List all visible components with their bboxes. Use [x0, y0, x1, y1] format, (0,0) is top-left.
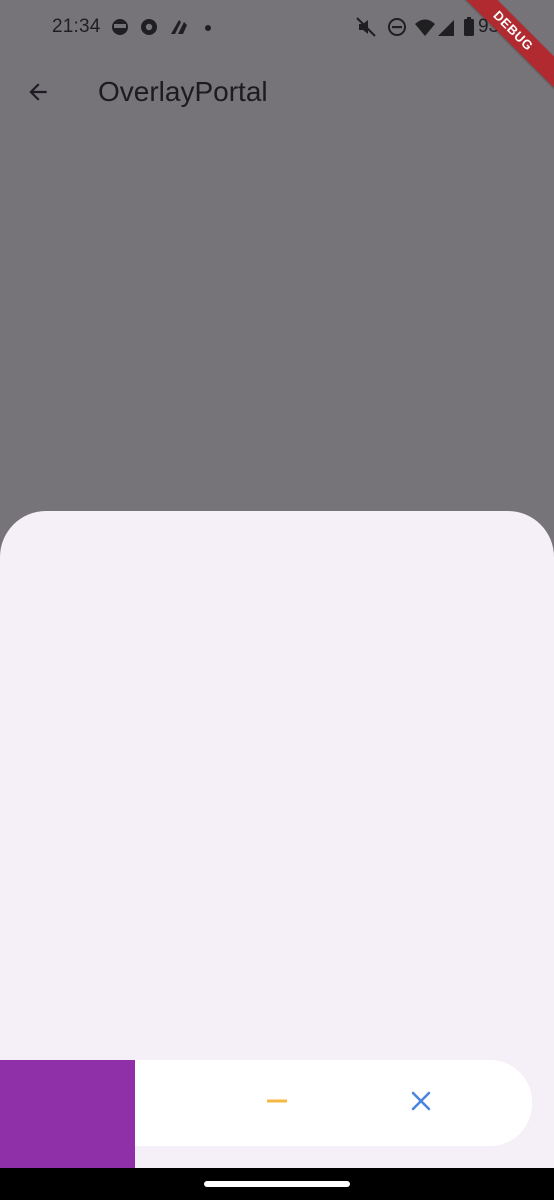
page-title: OverlayPortal: [98, 76, 268, 107]
signal-icon: [436, 16, 458, 38]
app-bar: OverlayPortal: [0, 56, 554, 130]
wifi-icon: [414, 16, 436, 38]
arrow-back-icon: [25, 79, 51, 110]
close-icon: [409, 1089, 433, 1118]
back-button[interactable]: [18, 74, 58, 114]
mute-icon: [355, 16, 377, 38]
close-button[interactable]: [376, 1060, 466, 1146]
status-time: 21:34: [52, 16, 101, 37]
android-icon: [168, 16, 190, 38]
dot-icon: [200, 16, 222, 38]
chrome-icon: [138, 16, 160, 38]
remove-button[interactable]: [232, 1060, 322, 1146]
dnd-icon: [386, 16, 408, 38]
battery-icon: [458, 16, 480, 38]
status-bar: 21:34 93%: [0, 0, 554, 56]
navigation-bar: [0, 1168, 554, 1200]
overlay-block-top: [0, 1060, 135, 1168]
home-indicator[interactable]: [204, 1181, 350, 1187]
face-icon: [109, 16, 131, 38]
minus-icon: [265, 1089, 289, 1118]
